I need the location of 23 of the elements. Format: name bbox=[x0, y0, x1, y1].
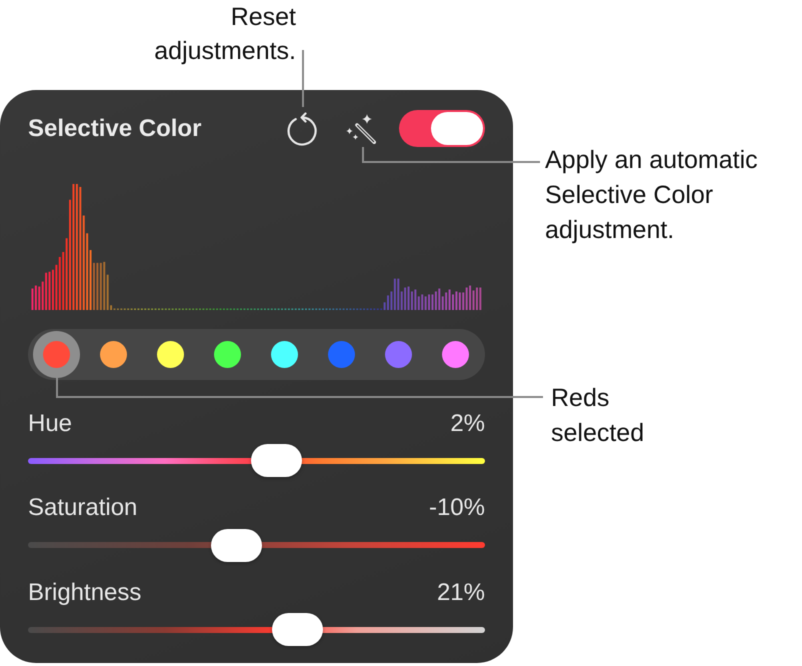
saturation-slider-track[interactable] bbox=[28, 528, 485, 562]
color-swatch-button[interactable] bbox=[33, 330, 80, 378]
callout-text: Reds selected bbox=[551, 383, 644, 449]
callout-text: Reset adjustments. bbox=[154, 2, 296, 67]
slider-label: Brightness bbox=[28, 578, 142, 606]
reset-icon bbox=[286, 112, 318, 146]
leader-line bbox=[302, 50, 304, 107]
panel-title: Selective Color bbox=[28, 114, 202, 142]
slider-value: 21% bbox=[436, 578, 485, 606]
slider-thumb[interactable] bbox=[210, 528, 262, 562]
callout-text: Apply an automatic Selective Color adjustment. bbox=[545, 145, 759, 246]
auto-adjust-button[interactable] bbox=[345, 114, 376, 144]
hue-slider-track[interactable] bbox=[28, 444, 485, 478]
brightness-slider-track[interactable] bbox=[28, 612, 485, 646]
toggle-switch[interactable] bbox=[399, 110, 485, 147]
magic-wand-icon bbox=[345, 114, 376, 144]
slider-label: Saturation bbox=[28, 494, 138, 522]
slider-thumb[interactable] bbox=[272, 613, 323, 646]
reset-button[interactable] bbox=[286, 112, 318, 146]
slider-thumb[interactable] bbox=[251, 444, 302, 477]
slider-value: -10% bbox=[428, 494, 485, 522]
slider-value: 2% bbox=[450, 410, 485, 438]
slider-label: Hue bbox=[28, 410, 72, 438]
